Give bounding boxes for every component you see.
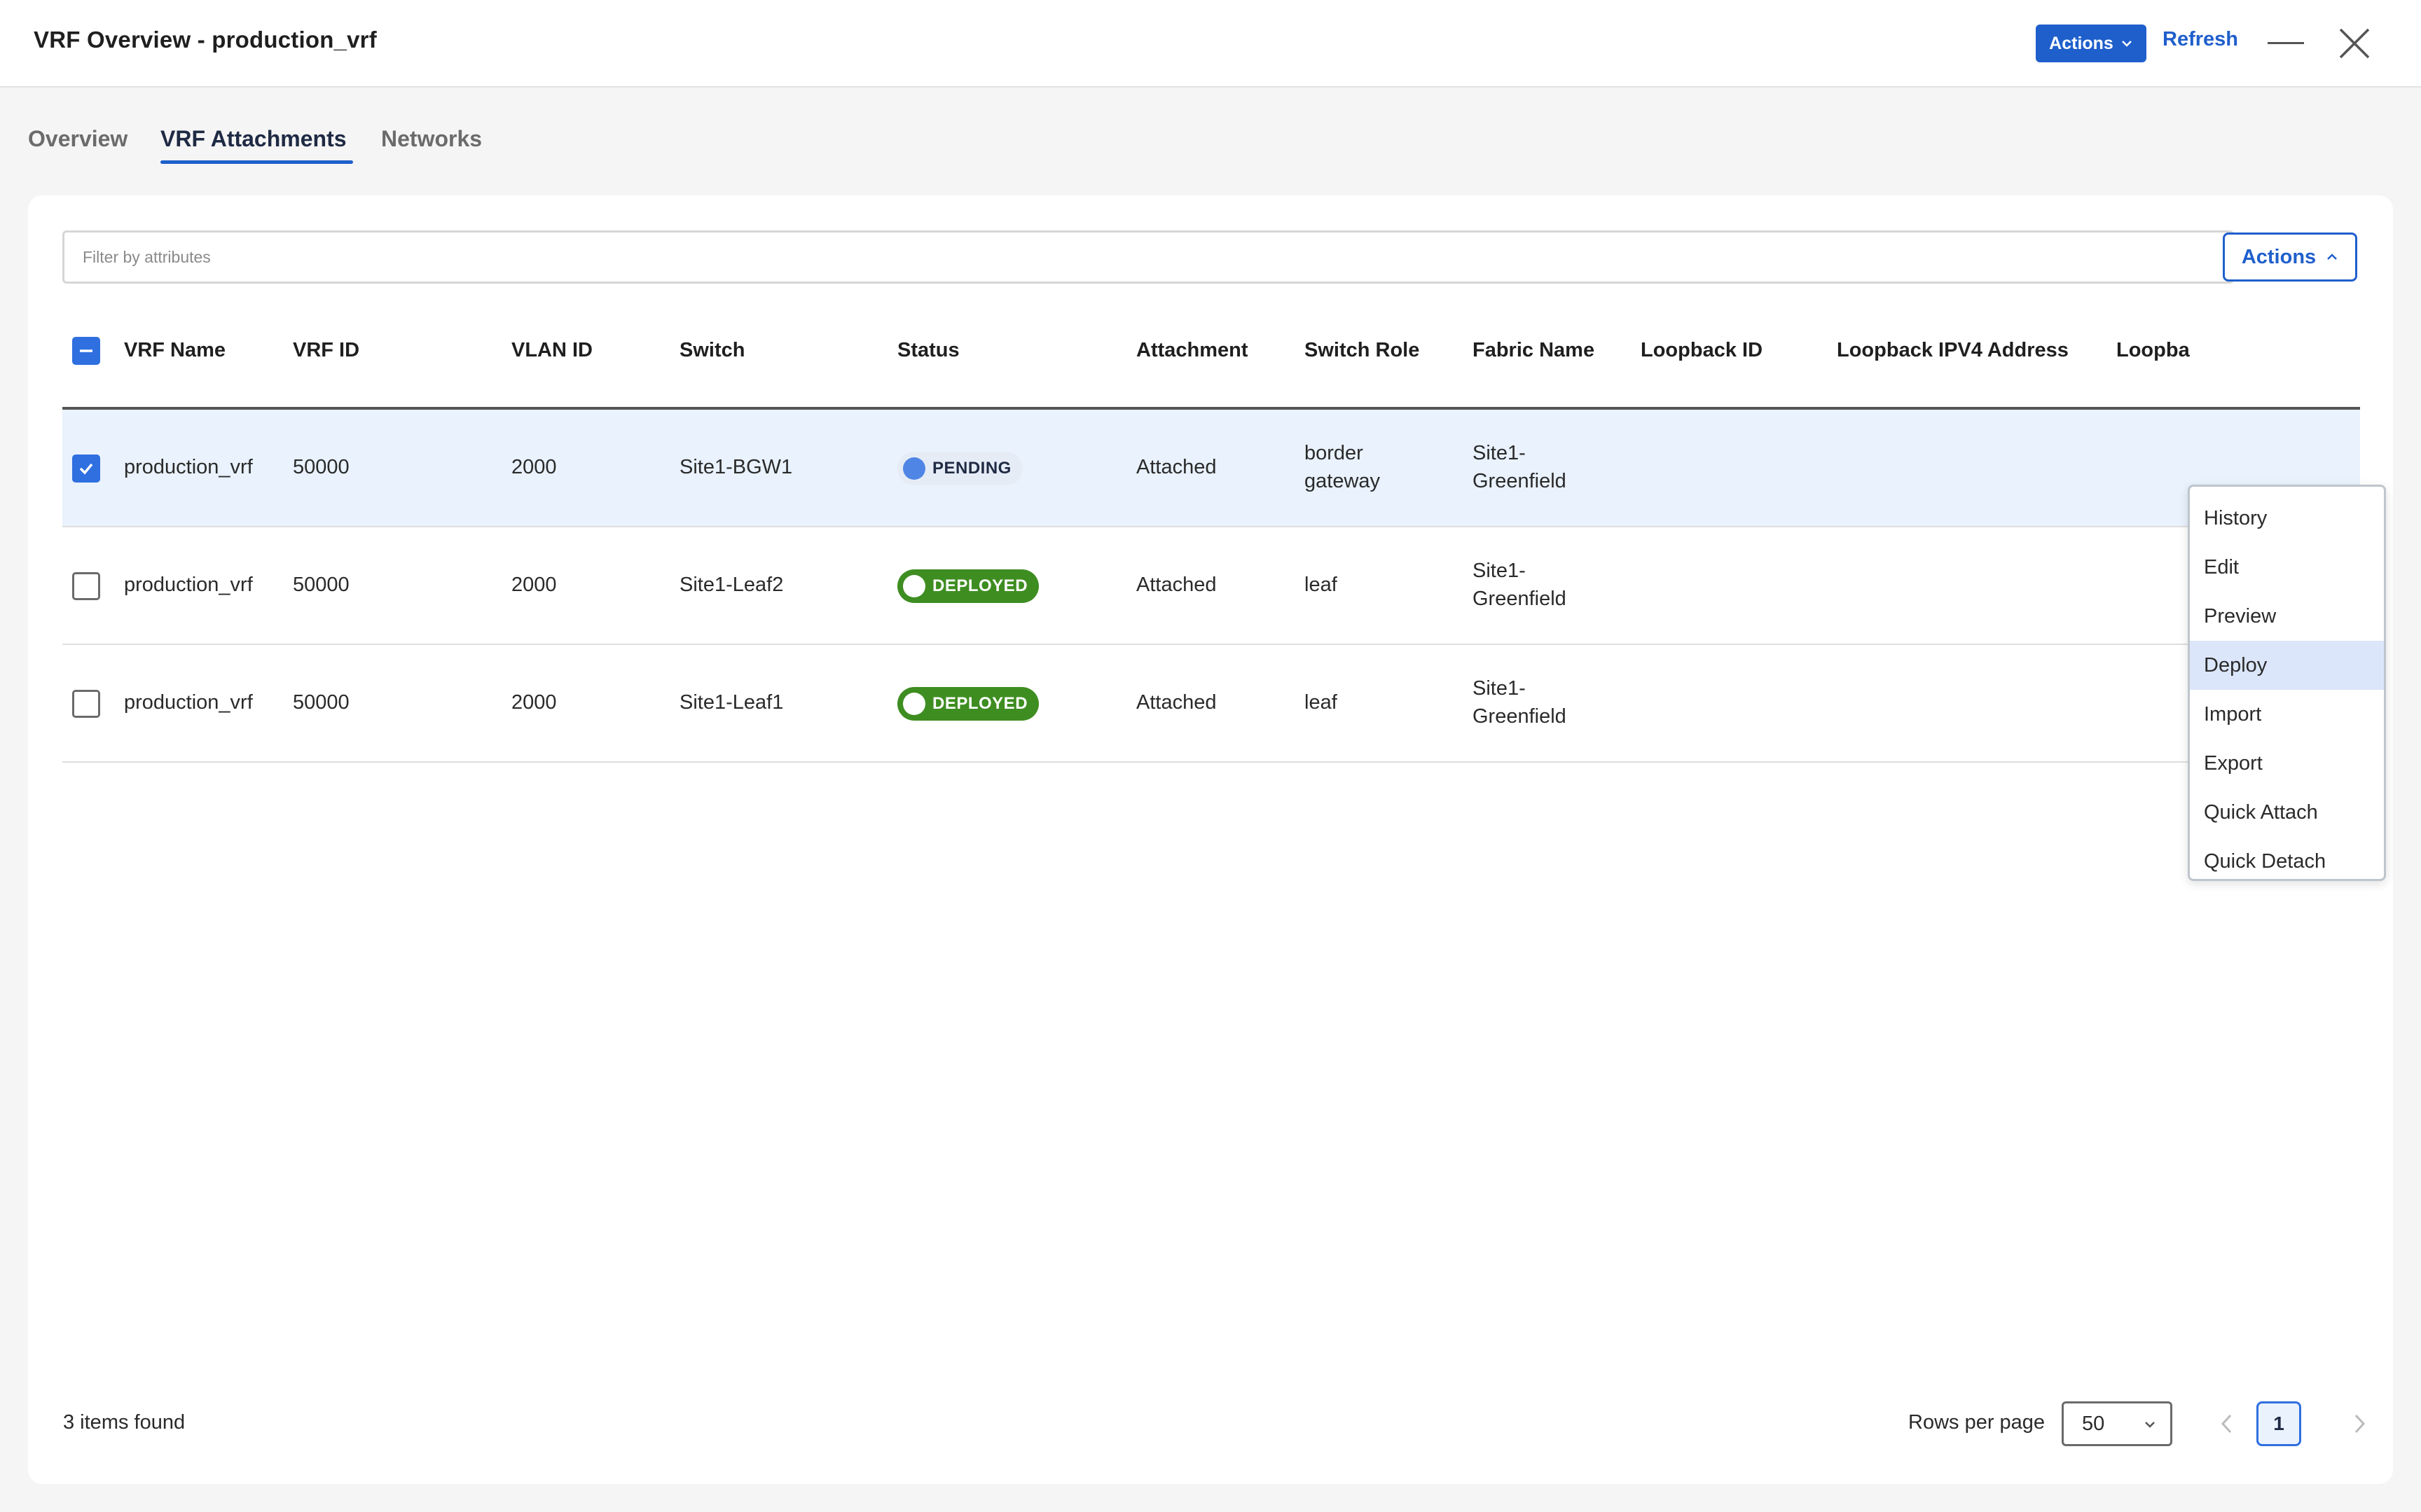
- table-header: VRF Name VRF ID VLAN ID Switch Status At…: [62, 300, 2360, 410]
- cell-switch-role: border gateway: [1304, 439, 1380, 495]
- table-actions-label: Actions: [2241, 245, 2317, 268]
- filter-input[interactable]: [62, 230, 2234, 284]
- chevron-down-icon: [2121, 41, 2132, 47]
- attachments-table: VRF Name VRF ID VLAN ID Switch Status At…: [62, 300, 2360, 763]
- column-header-vlan-id[interactable]: VLAN ID: [511, 339, 593, 362]
- cell-switch: Site1-Leaf1: [680, 691, 784, 714]
- cell-switch-role-line: border: [1304, 442, 1363, 464]
- menu-item-edit[interactable]: Edit: [2190, 543, 2384, 592]
- cell-fabric-line: Greenfield: [1472, 470, 1566, 492]
- header-actions-label: Actions: [2049, 33, 2113, 53]
- row-checkbox[interactable]: [72, 455, 100, 483]
- menu-item-preview[interactable]: Preview: [2190, 592, 2384, 641]
- column-header-switch-role[interactable]: Switch Role: [1304, 339, 1419, 362]
- cell-vlan-id: 2000: [511, 691, 557, 714]
- cell-vrf-id: 50000: [293, 691, 350, 714]
- cell-attachment: Attached: [1136, 691, 1217, 714]
- page-title: VRF Overview - production_vrf: [34, 27, 377, 53]
- menu-item-deploy[interactable]: Deploy: [2190, 641, 2384, 690]
- page-button-current[interactable]: 1: [2256, 1401, 2301, 1446]
- status-badge: DEPLOYED: [897, 569, 1040, 603]
- status-text: PENDING: [932, 459, 1012, 478]
- column-header-loopback-truncated[interactable]: Loopba: [2116, 339, 2190, 362]
- cell-attachment: Attached: [1136, 456, 1217, 478]
- status-dot-icon: [903, 457, 925, 480]
- status-text: DEPLOYED: [932, 694, 1028, 713]
- cell-vrf-id: 50000: [293, 456, 350, 478]
- cell-fabric-line: Greenfield: [1472, 705, 1566, 728]
- chevron-down-icon: [2145, 1422, 2155, 1428]
- cell-fabric-line: Greenfield: [1472, 588, 1566, 610]
- rows-per-page-label: Rows per page: [1908, 1411, 2046, 1434]
- cell-fabric-name: Site1- Greenfield: [1472, 557, 1566, 613]
- minimize-icon[interactable]: [2268, 42, 2304, 44]
- actions-dropdown-menu: History Edit Preview Deploy Import Expor…: [2188, 485, 2386, 881]
- cell-switch-role: leaf: [1304, 574, 1337, 596]
- attachments-card: Actions VRF Name VRF ID VLAN ID Switch S…: [28, 195, 2393, 1484]
- items-found-count: 3 items found: [63, 1411, 186, 1434]
- header-actions-button[interactable]: Actions: [2036, 25, 2146, 62]
- menu-item-quick-detach[interactable]: Quick Detach: [2190, 837, 2384, 886]
- chevron-up-icon: [2327, 254, 2338, 260]
- rows-per-page-value: 50: [2082, 1413, 2105, 1435]
- menu-item-import[interactable]: Import: [2190, 690, 2384, 739]
- status-badge: DEPLOYED: [897, 687, 1040, 721]
- tab-networks[interactable]: Networks: [381, 126, 482, 152]
- tab-vrf-attachments[interactable]: VRF Attachments: [160, 126, 347, 152]
- cell-switch: Site1-Leaf2: [680, 574, 784, 596]
- column-header-loopback-ipv4[interactable]: Loopback IPV4 Address: [1837, 339, 2069, 362]
- select-all-checkbox[interactable]: [72, 337, 100, 365]
- menu-item-quick-attach[interactable]: Quick Attach: [2190, 788, 2384, 837]
- chevron-right-icon[interactable]: [2349, 1411, 2370, 1436]
- cell-fabric-name: Site1- Greenfield: [1472, 674, 1566, 730]
- cell-switch: Site1-BGW1: [680, 456, 793, 478]
- chevron-left-icon[interactable]: [2216, 1411, 2237, 1436]
- cell-switch-role: leaf: [1304, 691, 1337, 714]
- rows-per-page-select[interactable]: 50: [2062, 1401, 2172, 1446]
- status-dot-icon: [903, 693, 925, 715]
- table-actions-button[interactable]: Actions: [2223, 233, 2357, 282]
- table-row[interactable]: production_vrf 50000 2000 Site1-Leaf2 DE…: [62, 527, 2360, 645]
- row-checkbox[interactable]: [72, 572, 100, 600]
- refresh-button[interactable]: Refresh: [2163, 28, 2238, 51]
- row-checkbox[interactable]: [72, 690, 100, 718]
- active-tab-indicator: [160, 160, 353, 164]
- column-header-attachment[interactable]: Attachment: [1136, 339, 1248, 362]
- status-badge: PENDING: [897, 452, 1023, 485]
- column-header-fabric-name[interactable]: Fabric Name: [1472, 339, 1594, 362]
- menu-item-history[interactable]: History: [2190, 494, 2384, 543]
- menu-item-export[interactable]: Export: [2190, 739, 2384, 788]
- status-text: DEPLOYED: [932, 576, 1028, 595]
- cell-fabric-line: Site1-: [1472, 560, 1526, 582]
- cell-vrf-name: production_vrf: [124, 456, 253, 478]
- cell-fabric-line: Site1-: [1472, 442, 1526, 464]
- tab-overview[interactable]: Overview: [28, 126, 127, 152]
- cell-vlan-id: 2000: [511, 456, 557, 478]
- cell-attachment: Attached: [1136, 574, 1217, 596]
- column-header-switch[interactable]: Switch: [680, 339, 745, 362]
- column-header-loopback-id[interactable]: Loopback ID: [1641, 339, 1763, 362]
- minus-icon: [80, 349, 92, 352]
- cell-fabric-name: Site1- Greenfield: [1472, 439, 1566, 495]
- close-icon[interactable]: [2338, 27, 2371, 60]
- cell-vrf-name: production_vrf: [124, 574, 253, 596]
- column-header-vrf-id[interactable]: VRF ID: [293, 339, 359, 362]
- table-row[interactable]: production_vrf 50000 2000 Site1-BGW1 PEN…: [62, 410, 2360, 527]
- cell-vrf-id: 50000: [293, 574, 350, 596]
- status-dot-icon: [903, 575, 925, 597]
- table-row[interactable]: production_vrf 50000 2000 Site1-Leaf1 DE…: [62, 645, 2360, 763]
- cell-vrf-name: production_vrf: [124, 691, 253, 714]
- window-header: VRF Overview - production_vrf Actions Re…: [0, 0, 2421, 88]
- cell-fabric-line: Site1-: [1472, 677, 1526, 700]
- cell-switch-role-line: gateway: [1304, 470, 1381, 492]
- cell-vlan-id: 2000: [511, 574, 557, 596]
- column-header-vrf-name[interactable]: VRF Name: [124, 339, 226, 362]
- checkmark-icon: [79, 463, 93, 475]
- column-header-status[interactable]: Status: [897, 339, 960, 362]
- vrf-overview-window: VRF Overview - production_vrf Actions Re…: [0, 0, 2421, 1512]
